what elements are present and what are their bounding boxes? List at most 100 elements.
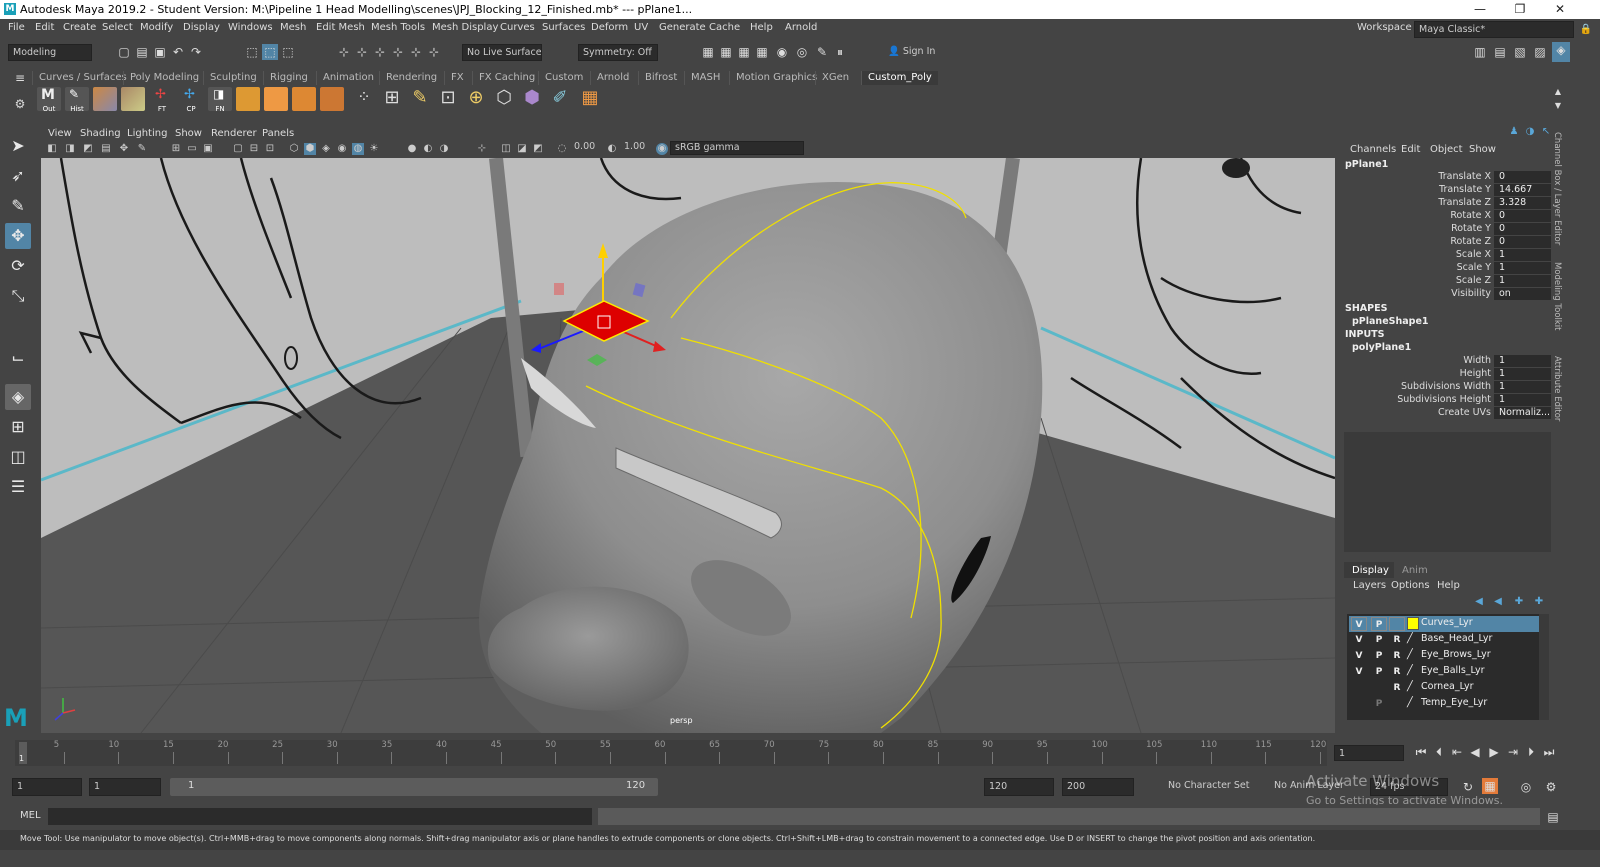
- camera-attributes-icon[interactable]: ◨: [64, 143, 76, 155]
- grid-toggle-icon[interactable]: ⊞: [170, 143, 182, 155]
- shelf-tab-xgen[interactable]: XGen: [815, 71, 855, 85]
- render-setup-icon[interactable]: ✎: [814, 44, 830, 60]
- attribute-toggle-icon[interactable]: ◑: [1522, 124, 1538, 140]
- scale-tool-icon[interactable]: ⤡: [5, 283, 31, 309]
- command-language-label[interactable]: MEL: [20, 810, 41, 821]
- transform-shelf-button[interactable]: ⊡: [436, 87, 460, 111]
- grid-shelf-button[interactable]: [93, 87, 117, 111]
- range-slider[interactable]: 1 120: [170, 778, 658, 796]
- shelf-tab-poly-modeling[interactable]: Poly Modeling: [123, 71, 205, 85]
- shelf-tab-rigging[interactable]: Rigging: [263, 71, 314, 85]
- animation-start-field[interactable]: 1: [12, 778, 82, 796]
- select-component-icon[interactable]: ⬚: [280, 44, 296, 60]
- playback-start-field[interactable]: 1: [89, 778, 161, 796]
- multicut-shelf-button[interactable]: ⊞: [380, 87, 404, 111]
- shelf-tab-fx[interactable]: FX: [444, 71, 470, 85]
- gamma-field[interactable]: 1.00: [620, 141, 654, 155]
- safe-action-icon[interactable]: ⊡: [264, 143, 276, 155]
- xray-active-icon[interactable]: ◪: [516, 143, 528, 155]
- attr-translate-x[interactable]: Translate X0: [1344, 171, 1551, 184]
- cb-menu-show[interactable]: Show: [1469, 144, 1496, 155]
- menu-modify[interactable]: Modify: [140, 22, 173, 33]
- isolate-select-icon[interactable]: ⊹: [476, 143, 488, 155]
- snap-view-icon[interactable]: ⊹: [390, 44, 406, 60]
- minimize-button[interactable]: —: [1460, 0, 1500, 19]
- motion-blur-icon[interactable]: ◑: [438, 143, 450, 155]
- save-scene-icon[interactable]: ▣: [152, 44, 168, 60]
- shelf-settings-gear-icon[interactable]: ⚙: [12, 96, 28, 112]
- default-material-icon[interactable]: ◉: [336, 143, 348, 155]
- attr-rotate-z[interactable]: Rotate Z0: [1344, 236, 1551, 249]
- playback-settings-icon[interactable]: ◎: [1518, 779, 1534, 795]
- undo-icon[interactable]: ↶: [170, 44, 186, 60]
- wireframe-icon[interactable]: ⬡: [288, 143, 300, 155]
- field-chart-icon[interactable]: ⊟: [248, 143, 260, 155]
- attr-height[interactable]: Height 1: [1344, 368, 1551, 381]
- menu-mesh-tools[interactable]: Mesh Tools: [371, 22, 425, 33]
- menu-mesh-display[interactable]: Mesh Display: [432, 22, 498, 33]
- menu-create[interactable]: Create: [63, 22, 96, 33]
- animation-end-field[interactable]: 200: [1062, 778, 1134, 796]
- 2d-pan-icon[interactable]: ✥: [118, 143, 130, 155]
- rotate-tool-icon[interactable]: ⟳: [5, 253, 31, 279]
- color-space-dropdown[interactable]: sRGB gamma: [670, 141, 804, 155]
- exposure-field[interactable]: 0.00: [570, 141, 606, 155]
- channel-box-icon[interactable]: ▨: [1532, 44, 1548, 60]
- wireframe-on-shaded-icon[interactable]: ◈: [320, 143, 332, 155]
- shelf-tab-fx-caching[interactable]: FX Caching: [472, 71, 541, 85]
- ambient-occlusion-icon[interactable]: ◐: [422, 143, 434, 155]
- xray-icon[interactable]: ◍: [352, 143, 364, 155]
- paint-select-tool-icon[interactable]: ✎: [5, 193, 31, 219]
- insert-shelf-button[interactable]: ⊕: [464, 87, 488, 111]
- menu-edit[interactable]: Edit: [35, 22, 54, 33]
- poly-shelf-button[interactable]: ⬡: [492, 87, 516, 111]
- backface-icon[interactable]: ◩: [532, 143, 544, 155]
- perspective-viewport[interactable]: persp: [41, 158, 1335, 733]
- shelf-tab-custom[interactable]: Custom: [538, 71, 589, 85]
- four-view-icon[interactable]: ⊞: [5, 414, 31, 440]
- lock-icon[interactable]: 🔒: [1578, 22, 1594, 38]
- animation-preferences-icon[interactable]: ⚙: [1543, 779, 1559, 795]
- shelf-tab-bifrost[interactable]: Bifrost: [638, 71, 683, 85]
- menu-generate[interactable]: Generate: [659, 22, 706, 33]
- shelf-tab-rendering[interactable]: Rendering: [379, 71, 443, 85]
- snap-point-icon[interactable]: ⊹: [372, 44, 388, 60]
- step-forward-key-icon[interactable]: ⇥: [1505, 744, 1521, 760]
- layer-menu-layers[interactable]: Layers: [1353, 580, 1386, 591]
- lasso-tool-icon[interactable]: ➶: [5, 163, 31, 189]
- sign-in-button[interactable]: 👤 Sign In: [884, 44, 978, 61]
- layer-row-eye-brows[interactable]: V P R ╱ Eye_Brows_Lyr: [1349, 648, 1539, 664]
- command-input[interactable]: [48, 808, 592, 825]
- cb-menu-channels[interactable]: Channels: [1350, 144, 1396, 155]
- restore-button[interactable]: ❐: [1500, 0, 1540, 19]
- attr-visibility[interactable]: Visibility on: [1344, 288, 1551, 301]
- menu-deform[interactable]: Deform: [591, 22, 628, 33]
- side-tab-modeling-toolkit[interactable]: Modeling Toolkit: [1552, 262, 1562, 331]
- shelf-tab-motion-graphics[interactable]: Motion Graphics: [729, 71, 823, 85]
- panel-menu-view[interactable]: View: [48, 128, 72, 139]
- cb-menu-object[interactable]: Object: [1430, 144, 1463, 155]
- layer-row-curves[interactable]: V P Curves_Lyr: [1349, 616, 1539, 632]
- attr-create-uvs[interactable]: Create UVs Normaliz...: [1344, 407, 1551, 420]
- menu-display[interactable]: Display: [183, 22, 220, 33]
- layer-editor-icon[interactable]: ◈: [1552, 42, 1570, 62]
- new-scene-icon[interactable]: ▢: [116, 44, 132, 60]
- panel-menu-shading[interactable]: Shading: [80, 128, 121, 139]
- color-management-icon[interactable]: ◉: [656, 143, 668, 155]
- hypershade-icon[interactable]: ◉: [774, 44, 790, 60]
- shelf-tab-sculpting[interactable]: Sculpting: [203, 71, 263, 85]
- grid-shelf-button-2[interactable]: [121, 87, 145, 111]
- render-frame-icon[interactable]: ▦: [700, 44, 716, 60]
- shelf-tab-animation[interactable]: Animation: [316, 71, 380, 85]
- move-layer-down-icon[interactable]: ◀: [1490, 594, 1506, 610]
- tab-anim[interactable]: Anim: [1396, 562, 1436, 578]
- menu-windows[interactable]: Windows: [228, 22, 273, 33]
- grid-fill-shelf-button[interactable]: ▦: [578, 87, 602, 111]
- attr-scale-z[interactable]: Scale Z1: [1344, 275, 1551, 288]
- extrude-shelf-button[interactable]: [292, 87, 316, 111]
- hist-shelf-button[interactable]: ✎ Hist: [65, 87, 89, 113]
- attribute-editor-icon[interactable]: ▤: [1492, 44, 1508, 60]
- lights-icon[interactable]: ☀: [368, 143, 380, 155]
- playback-end-field[interactable]: 120: [984, 778, 1054, 796]
- move-layer-up-icon[interactable]: ◀: [1471, 594, 1487, 610]
